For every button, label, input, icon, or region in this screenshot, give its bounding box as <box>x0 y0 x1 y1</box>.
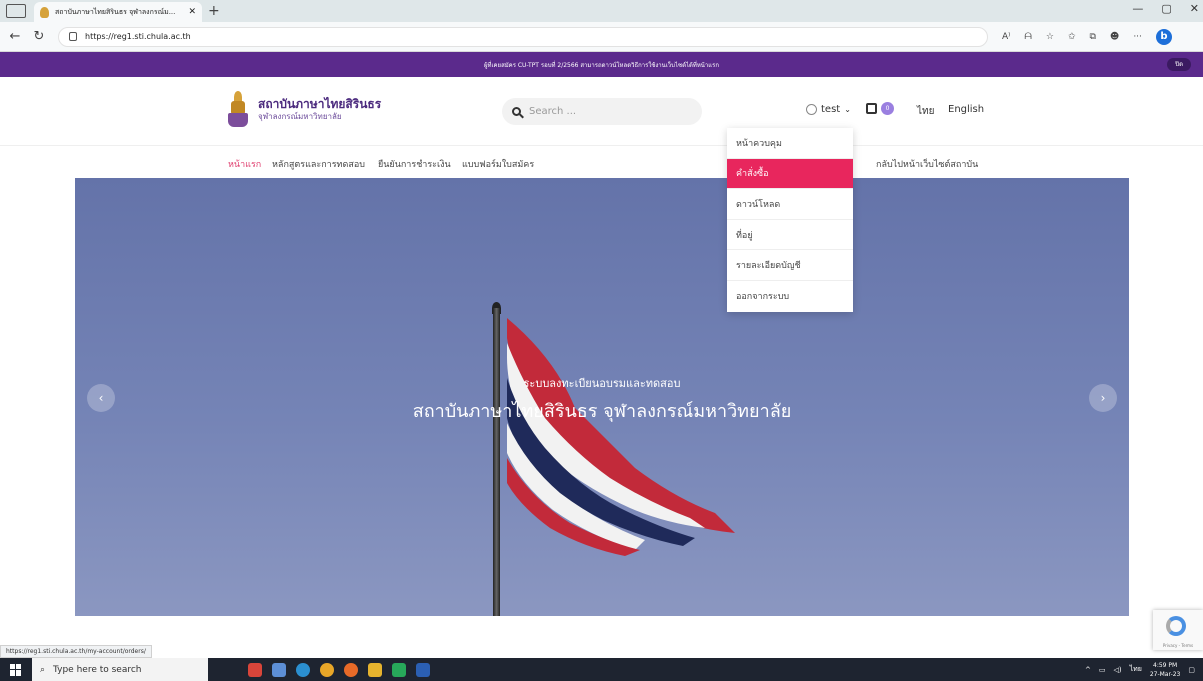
site-logo[interactable]: สถาบันภาษาไทยสิรินธร จุฬาลงกรณ์มหาวิทยาล… <box>228 91 381 127</box>
browser-toolbar: ← ↻ https://reg1.sti.chula.ac.th A⁾ ᗩ ☆ … <box>0 22 1203 52</box>
line-icon[interactable] <box>392 662 406 677</box>
main-nav: หน้าแรก หลักสูตรและการทดสอบ ยืนยันการชำร… <box>0 145 1203 178</box>
taskbar-search-icon: ⌕ <box>40 664 46 675</box>
status-url-tooltip: https://reg1.sti.chula.ac.th/my-account/… <box>0 645 152 658</box>
tab-title: สถาบันภาษาไทยสิรินธร จุฬาลงกรณ์ม... <box>55 7 176 16</box>
windows-logo-icon <box>10 663 22 676</box>
new-tab-button[interactable]: + <box>208 3 220 19</box>
cart-icon <box>866 103 877 114</box>
nav-payment[interactable]: ยืนยันการชำระเงิน <box>378 157 451 171</box>
recaptcha-badge[interactable]: Privacy - Terms <box>1153 610 1203 650</box>
account-menu-toggle[interactable]: test ⌄ <box>806 104 851 115</box>
file-explorer-icon[interactable] <box>368 662 382 677</box>
taskbar-search-placeholder: Type here to search <box>53 664 142 675</box>
slider-prev-button[interactable]: ‹ <box>87 384 115 412</box>
tray-clock[interactable]: 4:59 PM 27-Mar-23 <box>1150 661 1181 679</box>
translate-icon[interactable]: ᗩ <box>1024 32 1031 42</box>
site-favicon-icon <box>40 6 49 18</box>
browser-tabbar: สถาบันภาษาไทยสิรินธร จุฬาลงกรณ์ม... ✕ + … <box>0 0 1203 22</box>
slider-next-button[interactable]: › <box>1089 384 1117 412</box>
collections-icon[interactable]: ⧉ <box>1089 32 1095 42</box>
logo-subtitle: จุฬาลงกรณ์มหาวิทยาลัย <box>258 111 342 121</box>
more-icon[interactable]: ··· <box>1133 32 1142 42</box>
nav-courses[interactable]: หลักสูตรและการทดสอบ <box>272 157 365 171</box>
chrome-icon[interactable] <box>320 662 334 677</box>
username: test <box>821 104 841 115</box>
menu-item-addresses[interactable]: ที่อยู่ <box>727 220 853 251</box>
cart-count-badge: 0 <box>881 102 894 115</box>
announcement-bar: ผู้ที่เคยสมัคร CU-TPT รอบที่ 2/2566 สามา… <box>0 52 1203 77</box>
menu-item-orders[interactable]: คำสั่งซื้อ <box>727 158 853 190</box>
tray-chevron-icon[interactable]: ^ <box>1085 666 1091 674</box>
announcement-close-button[interactable]: ปิด <box>1167 58 1191 71</box>
minimize-icon[interactable]: — <box>1132 2 1143 15</box>
clock-time: 4:59 PM <box>1153 661 1178 669</box>
menu-item-downloads[interactable]: ดาวน์โหลด <box>727 189 853 220</box>
announcement-text: ผู้ที่เคยสมัคร CU-TPT รอบที่ 2/2566 สามา… <box>484 61 719 69</box>
user-icon <box>806 104 817 115</box>
search-input[interactable]: Search ... <box>502 98 702 125</box>
cart-button[interactable]: 0 <box>866 102 894 115</box>
menu-item-dashboard[interactable]: หน้าควบคุม <box>727 128 853 159</box>
recaptcha-terms: Privacy - Terms <box>1162 643 1194 648</box>
restore-icon[interactable]: ▢ <box>1161 2 1171 15</box>
lang-thai-link[interactable]: ไทย <box>917 104 934 119</box>
taskbar-search-input[interactable]: ⌕ Type here to search <box>32 658 208 681</box>
notification-icon[interactable]: ▢ <box>1188 666 1195 674</box>
menu-item-account-details[interactable]: รายละเอียดบัญชี <box>727 250 853 281</box>
edge-icon[interactable] <box>296 662 310 677</box>
clock-date: 27-Mar-23 <box>1149 670 1181 678</box>
account-dropdown: หน้าควบคุม คำสั่งซื้อ ดาวน์โหลด ที่อยู่ … <box>727 128 853 312</box>
lang-english-link[interactable]: English <box>948 104 984 115</box>
read-aloud-icon[interactable]: A⁾ <box>1002 32 1010 42</box>
url-text: https://reg1.sti.chula.ac.th <box>85 32 191 41</box>
back-icon[interactable]: ← <box>6 29 24 44</box>
tab-close-icon[interactable]: ✕ <box>188 7 196 17</box>
search-icon <box>512 107 521 116</box>
recaptcha-icon <box>1166 616 1186 636</box>
tray-volume-icon[interactable]: ◁) <box>1113 666 1121 674</box>
lock-icon <box>69 32 77 41</box>
logo-title: สถาบันภาษาไทยสิรินธร <box>258 96 382 111</box>
profile-icon[interactable]: ☻ <box>1110 32 1119 42</box>
nav-application[interactable]: แบบฟอร์มใบสมัคร <box>462 157 534 171</box>
tray-network-icon[interactable]: ▭ <box>1099 666 1106 674</box>
search-placeholder: Search ... <box>529 106 577 117</box>
browser-tab[interactable]: สถาบันภาษาไทยสิรินธร จุฬาลงกรณ์ม... ✕ <box>34 2 202 22</box>
slide-title: สถาบันภาษาไทยสิรินธร จุฬาลงกรณ์มหาวิทยาล… <box>412 401 792 422</box>
tray-language[interactable]: ไทย <box>1130 664 1142 675</box>
screen: สถาบันภาษาไทยสิรินธร จุฬาลงกรณ์ม... ✕ + … <box>0 0 1203 681</box>
address-bar[interactable]: https://reg1.sti.chula.ac.th <box>58 26 988 47</box>
app-icon-1[interactable] <box>248 662 262 677</box>
app-icon-2[interactable] <box>272 662 286 677</box>
institute-seal-icon <box>228 91 248 127</box>
favorite-star-icon[interactable]: ☆ <box>1046 32 1054 42</box>
tab-actions-icon[interactable] <box>6 4 26 18</box>
bing-icon[interactable]: b <box>1155 28 1172 45</box>
start-button[interactable] <box>0 658 32 681</box>
word-icon[interactable] <box>416 662 430 677</box>
browser-tool-icons: A⁾ ᗩ ☆ ✩ ⧉ ☻ ··· b <box>1002 28 1172 45</box>
taskbar-apps <box>248 662 430 677</box>
menu-item-logout[interactable]: ออกจากระบบ <box>727 281 853 312</box>
chevron-down-icon: ⌄ <box>844 105 851 114</box>
flag-pole <box>493 308 500 616</box>
slide-subtitle: ระบบลงทะเบียนอบรมและทดสอบ <box>523 377 681 390</box>
window-controls: — ▢ ✕ <box>1132 2 1199 15</box>
firefox-icon[interactable] <box>344 662 358 677</box>
windows-taskbar: ⌕ Type here to search ^ ▭ ◁) ไทย 4:59 PM… <box>0 658 1203 681</box>
favorites-icon[interactable]: ✩ <box>1068 32 1076 42</box>
close-window-icon[interactable]: ✕ <box>1190 2 1199 15</box>
hero-slider: ระบบลงทะเบียนอบรมและทดสอบ สถาบันภาษาไทยส… <box>75 178 1129 616</box>
site-header: สถาบันภาษาไทยสิรินธร จุฬาลงกรณ์มหาวิทยาล… <box>0 77 1203 145</box>
reload-icon[interactable]: ↻ <box>30 29 48 44</box>
nav-home[interactable]: หน้าแรก <box>228 157 261 171</box>
nav-back-to-institute[interactable]: กลับไปหน้าเว็บไซต์สถาบัน <box>876 157 978 171</box>
system-tray: ^ ▭ ◁) ไทย 4:59 PM 27-Mar-23 ▢ <box>1085 658 1195 681</box>
